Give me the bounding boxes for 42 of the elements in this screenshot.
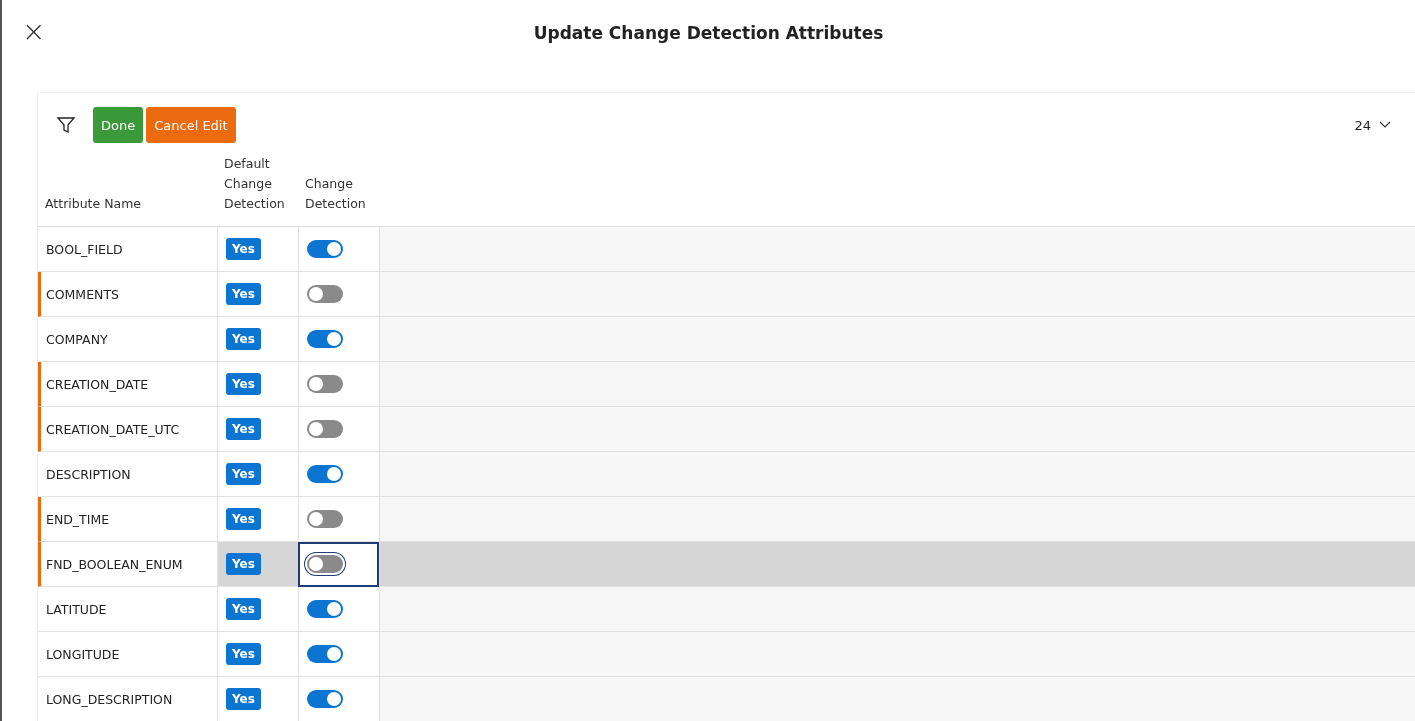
close-button[interactable]: × <box>18 18 50 46</box>
toggle-switch[interactable] <box>307 510 343 528</box>
column-header[interactable]: Change Detection <box>305 174 369 214</box>
toggle-switch[interactable] <box>307 330 343 348</box>
attribute-name: CREATION_DATE_UTC <box>46 421 180 437</box>
yes-badge: Yes <box>226 418 261 440</box>
toggle-switch[interactable] <box>307 420 343 438</box>
yes-badge: Yes <box>226 283 261 305</box>
toggle-switch[interactable] <box>307 285 343 303</box>
column-header[interactable]: Attribute Name <box>45 194 142 214</box>
attribute-name: LONGITUDE <box>46 646 120 662</box>
attribute-name: BOOL_FIELD <box>46 241 123 257</box>
column-header[interactable]: Default Change Detection <box>224 154 288 214</box>
primary-button[interactable]: Done <box>93 107 144 143</box>
attribute-name: FND_BOOLEAN_ENUM <box>46 556 183 572</box>
yes-badge: Yes <box>226 328 261 350</box>
filter-icon[interactable] <box>56 115 76 135</box>
dialog-title: Update Change Detection Attributes <box>533 23 884 43</box>
toggle-switch[interactable] <box>307 690 343 708</box>
yes-badge: Yes <box>226 688 261 710</box>
toggle-switch[interactable] <box>307 645 343 663</box>
yes-badge: Yes <box>226 598 261 620</box>
toggle-switch[interactable] <box>307 375 343 393</box>
toggle-switch[interactable] <box>307 240 343 258</box>
yes-badge: Yes <box>226 238 261 260</box>
yes-badge: Yes <box>226 553 261 575</box>
attribute-name: LATITUDE <box>46 601 107 617</box>
yes-badge: Yes <box>226 643 261 665</box>
chevron-down-icon[interactable] <box>1379 121 1391 129</box>
yes-badge: Yes <box>226 508 261 530</box>
page-size-dropdown[interactable]: 24 <box>1354 117 1391 133</box>
yes-badge: Yes <box>226 463 261 485</box>
toggle-switch[interactable] <box>307 465 343 483</box>
toggle-switch[interactable] <box>307 600 343 618</box>
attribute-name: DESCRIPTION <box>46 466 131 482</box>
yes-badge: Yes <box>226 373 261 395</box>
toggle-switch[interactable] <box>307 555 343 573</box>
attribute-name: CREATION_DATE <box>46 376 149 392</box>
attribute-name: LONG_DESCRIPTION <box>46 691 173 707</box>
attribute-name: END_TIME <box>46 511 110 527</box>
attribute-name: COMPANY <box>46 331 108 347</box>
attribute-name: COMMENTS <box>46 286 119 302</box>
